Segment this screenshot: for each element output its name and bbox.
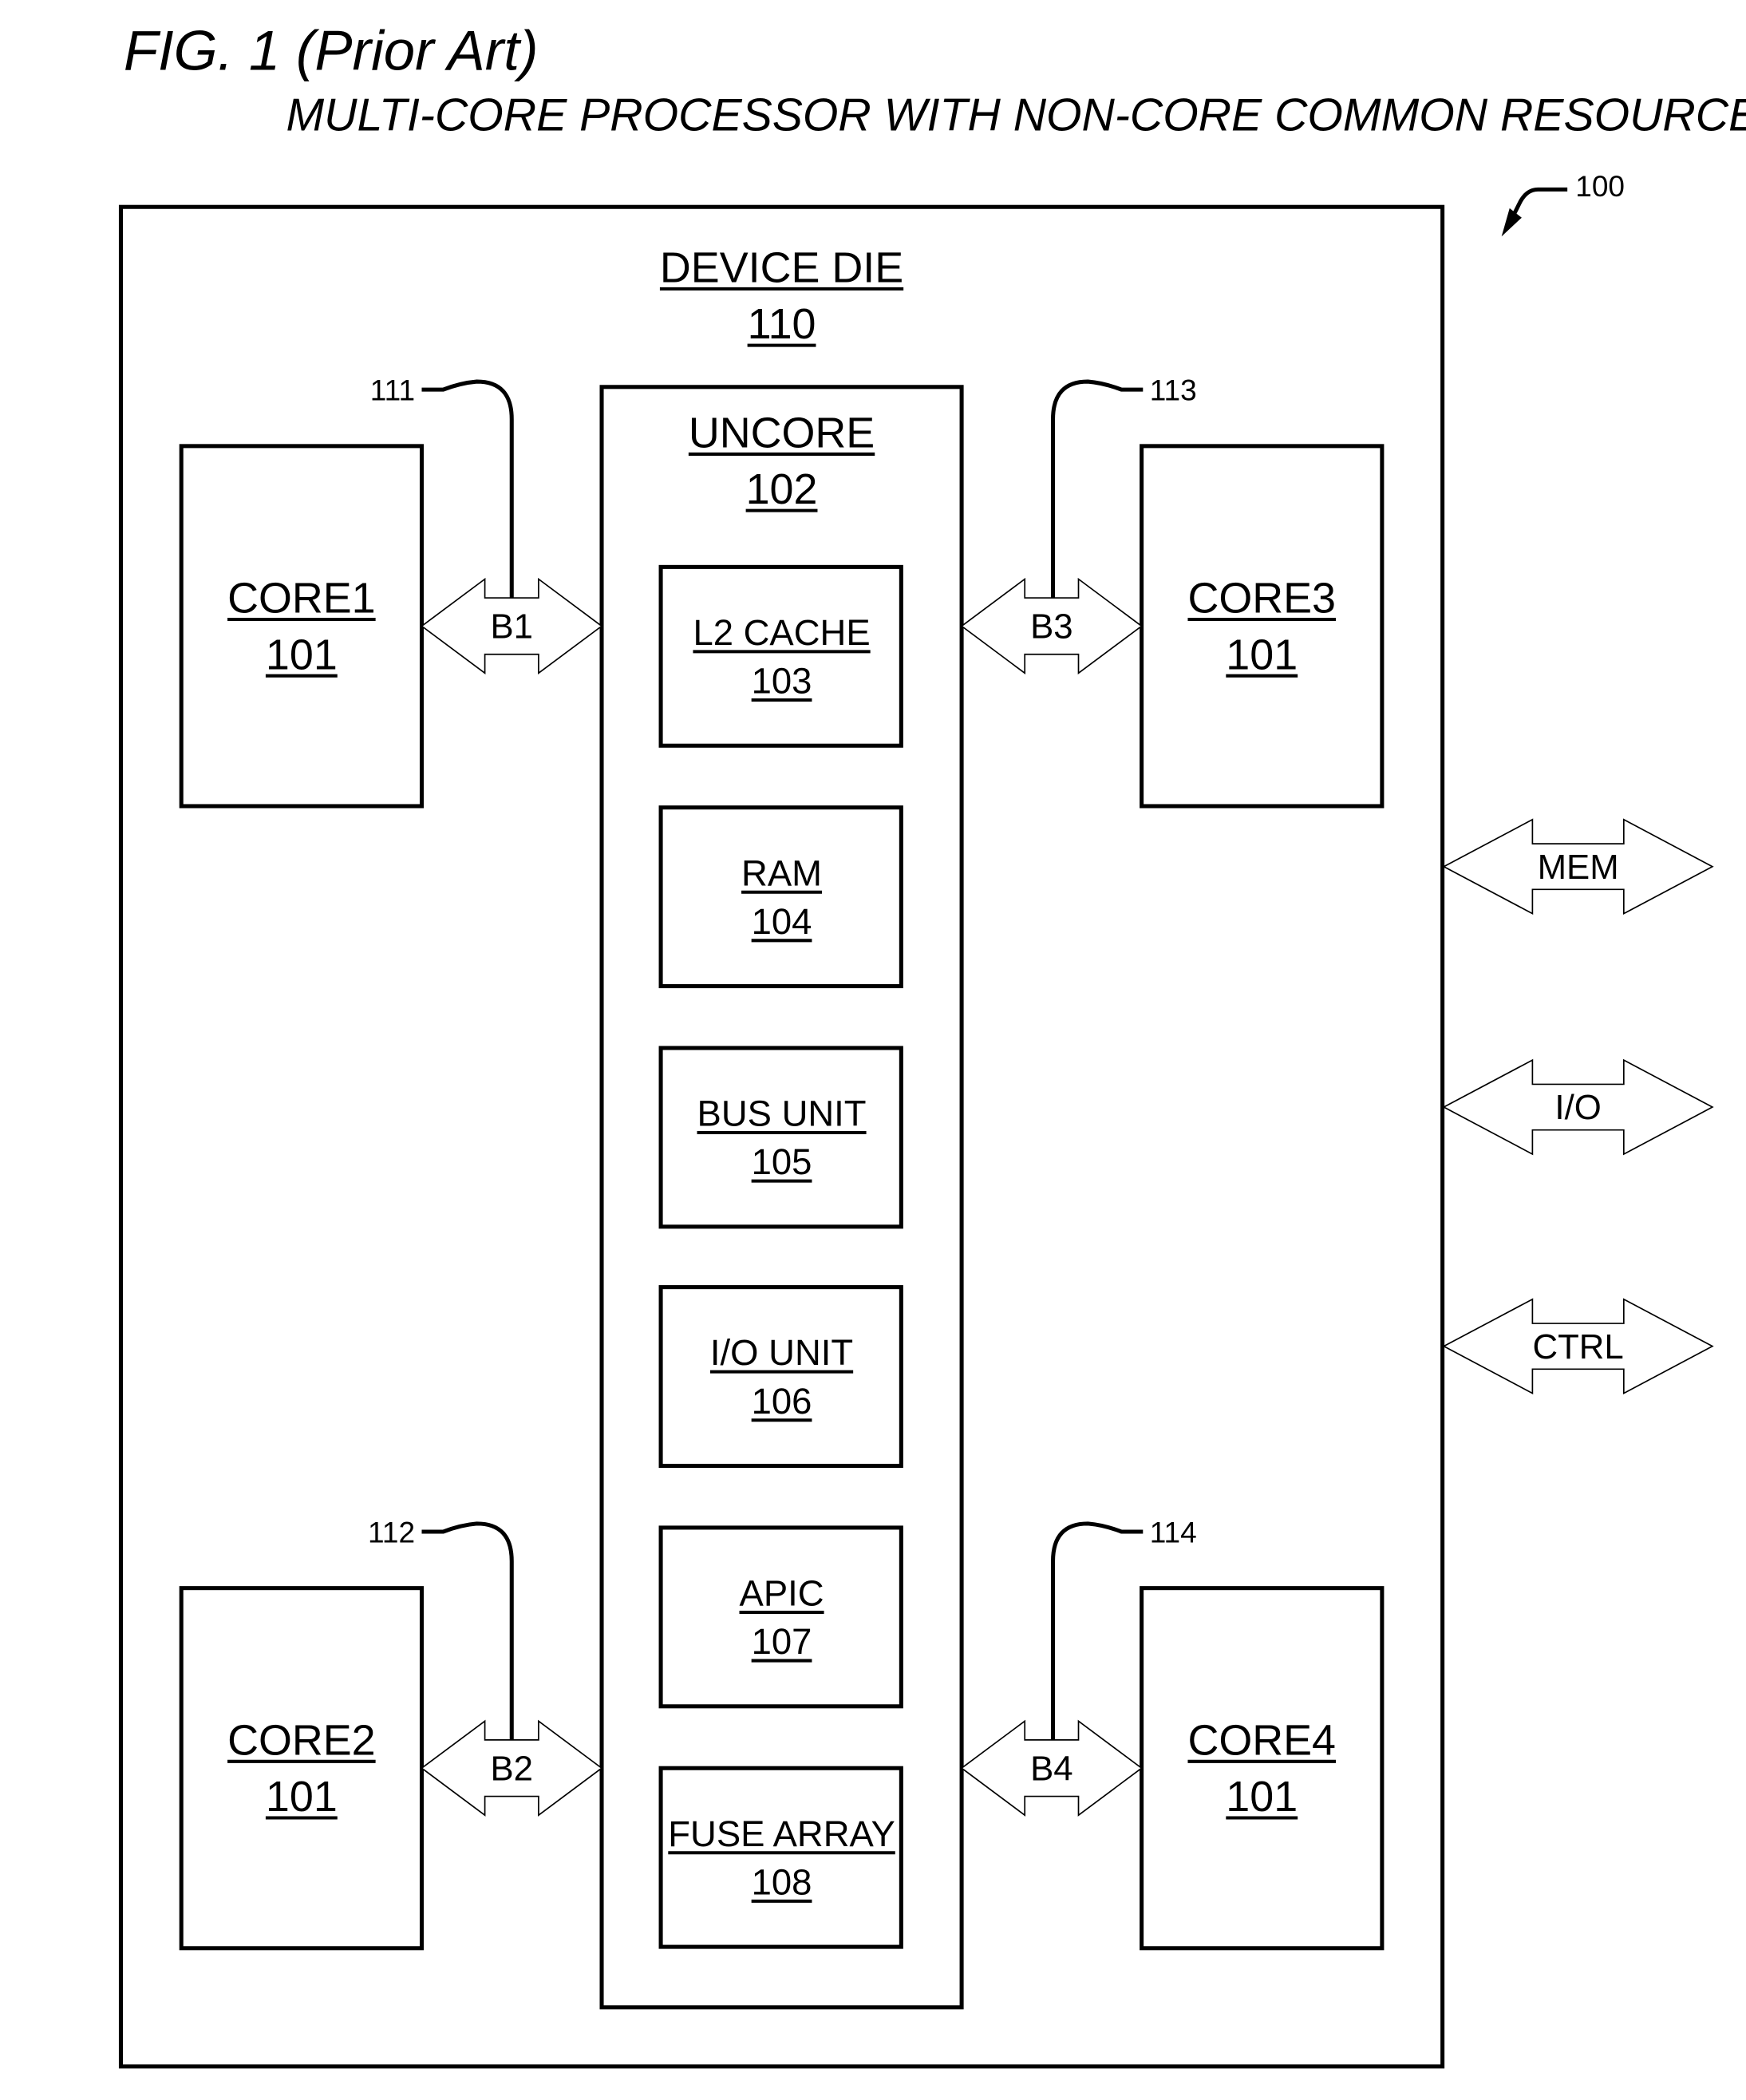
figure-subtitle: MULTI-CORE PROCESSOR WITH NON-CORE COMMO… [286,89,1746,140]
bus-b3-arrow-label: B3 [1030,607,1073,647]
bus-b2-reference: 112 [368,1515,415,1548]
external-i-o-arrow-label: I/O [1554,1088,1601,1127]
device-die-number: 110 [748,300,816,348]
unit-bus-unit-number: 105 [752,1141,812,1182]
uncore-label: UNCORE [689,409,875,457]
core3-number: 101 [1226,631,1298,678]
reference-number: 100 [1575,169,1625,203]
unit-apic-box [658,1525,903,1709]
bus-b1-arrow-label: B1 [490,607,533,647]
uncore-number: 102 [746,465,818,513]
unit-bus-unit-box [658,1046,903,1229]
core1-box [179,444,425,809]
unit-ram-number: 104 [752,901,812,942]
unit-ram-box [658,805,903,989]
unit-i-o-unit-label: I/O UNIT [710,1332,853,1373]
core4-box [1140,1586,1385,1951]
unit-fuse-array-number: 108 [752,1861,812,1902]
unit-apic-number: 107 [752,1621,812,1662]
patent-figure: FIG. 1 (Prior Art) MULTI-CORE PROCESSOR … [118,19,1746,2069]
bus-b1-reference: 111 [370,374,415,407]
unit-i-o-unit-number: 106 [752,1381,812,1422]
unit-fuse-array-box [658,1766,903,1949]
unit-apic-label: APIC [740,1573,824,1614]
bus-b4-reference: 114 [1150,1515,1197,1548]
core1-number: 101 [266,631,338,678]
unit-ram-label: RAM [741,852,822,893]
bus-b2-arrow-label: B2 [490,1749,533,1788]
bus-b4-arrow-label: B4 [1030,1749,1073,1788]
unit-l2-cache-box [658,564,903,748]
external-ctrl-arrow-label: CTRL [1532,1327,1623,1366]
core2-number: 101 [266,1773,338,1821]
unit-bus-unit-label: BUS UNIT [697,1094,867,1134]
core2-label: CORE2 [227,1716,376,1764]
device-die-label: DEVICE DIE [660,243,903,291]
external-mem-arrow-label: MEM [1538,848,1619,887]
unit-l2-cache-label: L2 CACHE [693,612,870,653]
figure-title: FIG. 1 (Prior Art) [124,19,539,82]
core1-label: CORE1 [227,575,376,623]
core3-box [1140,444,1385,809]
core4-number: 101 [1226,1773,1298,1821]
core3-label: CORE3 [1187,575,1336,623]
core4-label: CORE4 [1187,1716,1336,1764]
reference-arrow-icon [1501,187,1568,237]
unit-i-o-unit-box [658,1285,903,1469]
unit-l2-cache-number: 103 [752,661,812,702]
bus-b3-reference: 113 [1150,374,1197,407]
core2-box [179,1586,425,1951]
unit-fuse-array-label: FUSE ARRAY [668,1813,895,1854]
